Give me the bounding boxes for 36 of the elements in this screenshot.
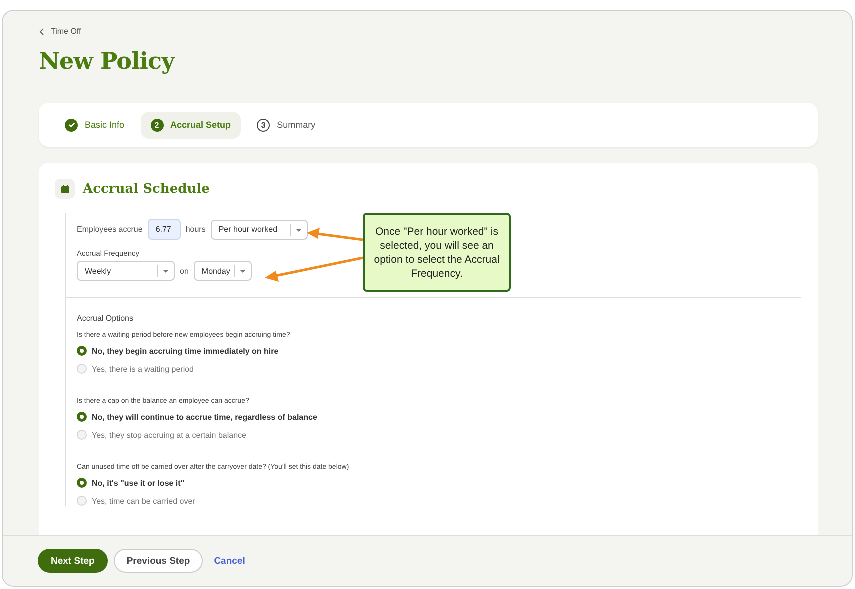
step-label: Basic Info [85, 120, 125, 130]
step-button[interactable]: Previous Step [114, 549, 204, 573]
step-label: Summary [277, 120, 316, 130]
back-icon[interactable] [39, 28, 45, 36]
radio-icon[interactable] [77, 478, 87, 488]
hours-input[interactable]: 6.77 [148, 219, 181, 240]
radio-option[interactable]: Yes, time can be carried over [77, 496, 802, 506]
step-tab[interactable]: 3 Summary [247, 112, 326, 138]
radio-option[interactable]: Yes, they stop accruing at a certain balance [77, 430, 802, 440]
dropdown[interactable]: Monday [194, 261, 252, 281]
step-button[interactable]: Next Step [38, 549, 108, 573]
step-number: 2 [150, 118, 164, 132]
radio-icon[interactable] [77, 346, 87, 356]
dropdown[interactable]: Per hour worked [210, 220, 308, 240]
joiner-label: on [180, 266, 189, 276]
radio-option[interactable]: No, it's "use it or lose it" [77, 478, 802, 488]
radio-option[interactable]: Yes, there is a waiting period [77, 364, 802, 374]
breadcrumb-link[interactable]: Time Off [51, 27, 82, 36]
arrow [307, 228, 364, 242]
radio-option[interactable]: No, they begin accruing time immediately on hire [77, 346, 802, 356]
callout-note: Once "Per hour worked" is selected, you will see an option to select the Accrual Frequency. [363, 213, 511, 292]
step-tab[interactable]: 2 Accrual Setup [140, 112, 242, 138]
check-icon [65, 118, 78, 132]
unit-label: hours [186, 225, 206, 234]
step-number: 3 [257, 118, 270, 132]
dropdown[interactable]: Weekly [77, 261, 175, 281]
cancel-link[interactable]: Cancel [209, 549, 250, 573]
page-title: New Policy [39, 48, 176, 75]
calendar-icon [55, 179, 75, 199]
step-label: Accrual Setup [170, 120, 232, 130]
subsection-title: Accrual Options [77, 314, 134, 323]
section-title: Accrual Schedule [83, 182, 210, 196]
step-tab[interactable]: Basic Info [55, 112, 135, 138]
field-label: Employees accrue [77, 225, 143, 234]
radio-icon[interactable] [77, 412, 87, 422]
radio-option[interactable]: No, they will continue to accrue time, regardless of balance [77, 412, 802, 422]
